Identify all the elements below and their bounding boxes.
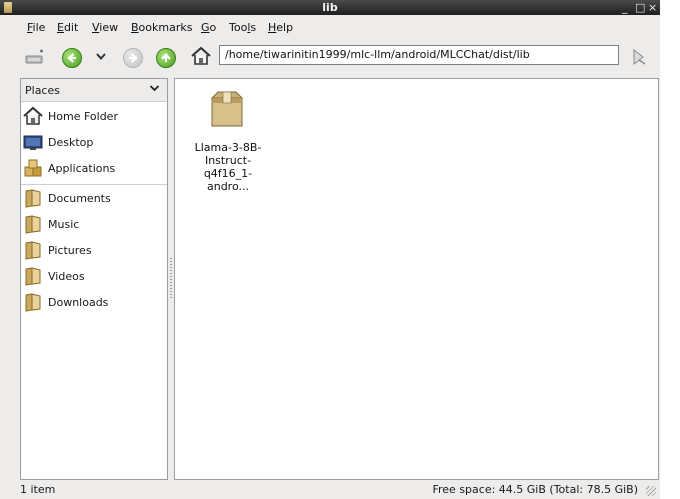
title-bar[interactable]: lib _ □ × [0, 0, 660, 15]
sidebar-item-label: Applications [48, 162, 116, 175]
sidebar-item-label: Desktop [48, 136, 94, 149]
places-sidebar: Places Home Folder Desktop Applications … [20, 78, 168, 480]
applications-icon [23, 158, 43, 178]
menu-file[interactable]: File [27, 21, 45, 34]
sidebar-item-label: Documents [48, 192, 111, 205]
desktop-icon [23, 132, 43, 152]
sidebar-item-pictures[interactable]: Pictures [21, 239, 167, 261]
menu-view[interactable]: View [92, 21, 118, 34]
home-icon[interactable] [190, 46, 212, 69]
sidebar-title: Places [25, 84, 60, 97]
minimize-button[interactable]: _ [622, 1, 628, 14]
window-title: lib [322, 1, 338, 14]
menu-edit[interactable]: Edit [57, 21, 78, 34]
status-bar: 1 item Free space: 44.5 GiB (Total: 78.5… [0, 480, 660, 499]
folder-icon [23, 188, 43, 208]
file-name: Llama-3-8B- Instruct- q4f16_1-andro... [183, 141, 273, 193]
pane-divider[interactable] [169, 78, 173, 480]
sidebar-item-documents[interactable]: Documents [21, 187, 167, 209]
sidebar-item-downloads[interactable]: Downloads [21, 291, 167, 313]
sidebar-item-label: Music [48, 218, 80, 231]
folder-icon [23, 266, 43, 286]
menu-tools[interactable]: Tools [229, 21, 256, 34]
sidebar-item-label: Pictures [48, 244, 92, 257]
file-name-line: Instruct- [204, 154, 252, 167]
history-dropdown-icon[interactable] [95, 52, 107, 65]
package-icon [209, 90, 245, 128]
maximize-button[interactable]: □ [635, 1, 645, 14]
folder-icon [23, 292, 43, 312]
sidebar-separator [21, 184, 167, 185]
go-icon[interactable] [629, 47, 649, 70]
sidebar-item-applications[interactable]: Applications [21, 157, 167, 179]
file-name-line: q4f16_1-andro... [203, 167, 253, 193]
location-field[interactable]: /home/tiwarinitin1999/mlc-llm/android/ML… [219, 45, 619, 65]
file-view[interactable]: Llama-3-8B- Instruct- q4f16_1-andro... [174, 78, 659, 480]
sidebar-header[interactable]: Places [21, 79, 167, 102]
divider-grip [170, 258, 172, 298]
new-tab-icon[interactable] [24, 48, 46, 69]
back-icon[interactable] [62, 48, 82, 68]
sidebar-item-label: Downloads [48, 296, 109, 309]
sidebar-item-label: Home Folder [48, 110, 118, 123]
sidebar-item-label: Videos [48, 270, 85, 283]
menu-bar: File Edit View Bookmarks Go Tools Help [0, 15, 660, 39]
sidebar-item-home-folder[interactable]: Home Folder [21, 105, 167, 127]
file-manager-window: lib _ □ × File Edit View Bookmarks Go To… [0, 0, 660, 499]
sidebar-item-videos[interactable]: Videos [21, 265, 167, 287]
resize-grip[interactable] [646, 486, 656, 496]
folder-icon [23, 214, 43, 234]
file-name-line: Llama-3-8B- [194, 141, 262, 154]
menu-go[interactable]: Go [201, 21, 216, 34]
menu-bookmarks[interactable]: Bookmarks [131, 21, 192, 34]
desktop-background [660, 0, 680, 499]
sidebar-item-music[interactable]: Music [21, 213, 167, 235]
menu-help[interactable]: Help [268, 21, 293, 34]
chevron-down-icon[interactable] [149, 83, 160, 96]
sidebar-item-desktop[interactable]: Desktop [21, 131, 167, 153]
free-space: Free space: 44.5 GiB (Total: 78.5 GiB) [432, 483, 638, 496]
item-count: 1 item [20, 483, 56, 496]
up-icon[interactable] [156, 48, 176, 68]
forward-icon[interactable] [123, 48, 143, 68]
toolbar: /home/tiwarinitin1999/mlc-llm/android/ML… [0, 39, 660, 76]
close-button[interactable]: × [648, 1, 657, 14]
home-folder-icon [23, 106, 43, 126]
folder-icon [23, 240, 43, 260]
